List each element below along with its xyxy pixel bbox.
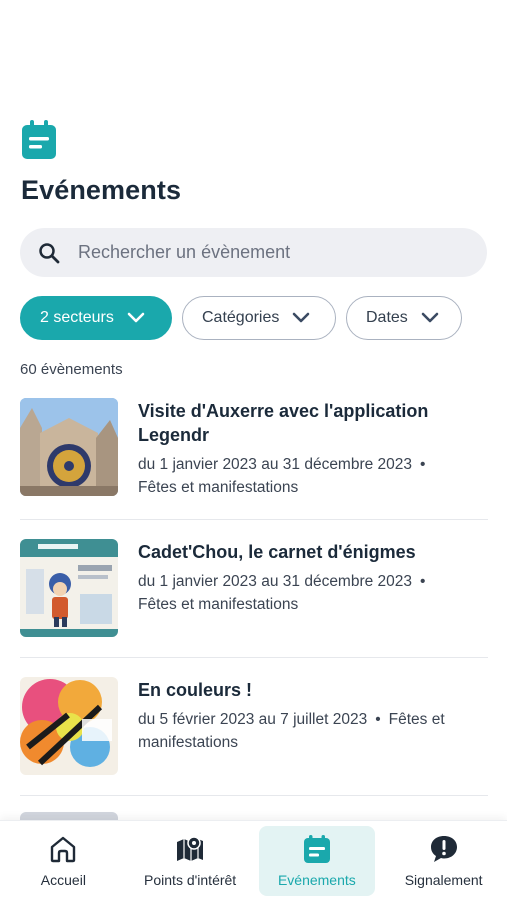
event-title: Cadet'Chou, le carnet d'énigmes — [138, 542, 416, 562]
event-thumbnail — [20, 677, 118, 775]
tab-events[interactable]: Evénements — [258, 825, 375, 896]
event-dates: du 5 février 2023 au 7 juillet 2023 — [138, 711, 368, 728]
event-meta: du 1 janvier 2023 au 31 décembre 2023 • Fê… — [138, 453, 468, 499]
chevron-down-icon — [127, 312, 145, 323]
event-item[interactable]: Visite d'Auxerre avec l'application Lege… — [20, 398, 488, 520]
bottom-tab-bar: Accueil Points d'intérêt Evénements Sign… — [0, 820, 507, 900]
page-title: Evénements — [21, 175, 182, 205]
filter-bar: 2 secteurs Catégories Dates — [20, 296, 462, 340]
event-title: Visite d'Auxerre avec l'application Lege… — [138, 401, 429, 445]
event-meta: du 1 janvier 2023 au 31 décembre 2023 • Fê… — [138, 570, 468, 616]
tab-points-of-interest[interactable]: Points d'intérêt — [132, 826, 248, 896]
home-icon — [51, 836, 76, 862]
event-thumbnail — [20, 539, 118, 637]
calendar-icon — [303, 834, 330, 863]
separator-dot: • — [420, 573, 426, 590]
filter-dates[interactable]: Dates — [346, 296, 462, 340]
event-category: Fêtes et manifestations — [138, 479, 299, 496]
tab-report[interactable]: Signalement — [386, 826, 502, 896]
separator-dot: • — [420, 456, 426, 473]
tab-label: Points d'intérêt — [144, 871, 237, 888]
chevron-down-icon — [293, 312, 310, 323]
event-title: En couleurs ! — [138, 680, 253, 700]
search-input[interactable] — [78, 242, 458, 263]
search-icon — [39, 242, 60, 263]
event-dates: du 1 janvier 2023 au 31 décembre 2023 — [138, 573, 413, 590]
tab-label: Accueil — [40, 871, 86, 888]
filter-label: Dates — [366, 309, 408, 326]
filter-sectors[interactable]: 2 secteurs — [20, 296, 172, 340]
event-list: Visite d'Auxerre avec l'application Lege… — [20, 398, 488, 815]
filter-label: 2 secteurs — [40, 309, 114, 326]
search-bar[interactable] — [20, 228, 487, 277]
tab-home[interactable]: Accueil — [5, 826, 121, 896]
alert-bubble-icon — [430, 835, 457, 862]
tab-label: Evénements — [277, 871, 356, 888]
event-category: Fêtes et manifestations — [138, 596, 299, 613]
filter-label: Catégories — [202, 309, 280, 326]
filter-categories[interactable]: Catégories — [182, 296, 336, 340]
tab-label: Signalement — [404, 871, 483, 888]
chevron-down-icon — [421, 312, 439, 323]
event-item[interactable]: Cadet'Chou, le carnet d'énigmes du 1 jan… — [20, 539, 488, 658]
calendar-icon — [22, 120, 56, 159]
event-thumbnail — [20, 398, 118, 496]
event-meta: du 5 février 2023 au 7 juillet 2023 • Fête… — [138, 708, 468, 754]
map-icon — [177, 835, 204, 861]
event-dates: du 1 janvier 2023 au 31 décembre 2023 — [138, 456, 413, 473]
results-count: 60 évènements — [20, 361, 123, 378]
separator-dot: • — [375, 711, 381, 728]
event-item[interactable]: En couleurs ! du 5 février 2023 au 7 jui… — [20, 677, 488, 796]
